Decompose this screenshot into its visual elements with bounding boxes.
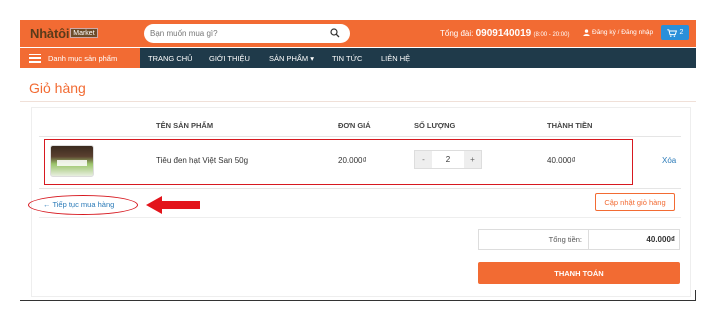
quantity-stepper: - 2 + bbox=[414, 150, 482, 169]
hotline-label: Tổng đài: bbox=[440, 29, 474, 38]
menu-icon bbox=[29, 53, 41, 63]
nav-item-news[interactable]: TIN TỨC bbox=[332, 54, 362, 63]
row-divider bbox=[39, 188, 681, 189]
annotation-arrow-icon bbox=[146, 196, 200, 214]
cart-button[interactable]: 2 bbox=[661, 25, 689, 40]
header-divider bbox=[39, 136, 681, 137]
total-label: Tổng tiền: bbox=[479, 230, 589, 249]
quantity-input[interactable]: 2 bbox=[432, 151, 464, 168]
main-nav: Danh mục sản phẩm TRANG CHỦ GIỚI THIỆU S… bbox=[20, 48, 696, 68]
bottom-border bbox=[20, 300, 696, 301]
hotline-number[interactable]: 0909140019 bbox=[476, 28, 532, 39]
product-subtotal: 40.000₫ bbox=[547, 156, 576, 165]
product-price: 20.000₫ bbox=[338, 156, 367, 165]
actions-divider bbox=[39, 217, 681, 218]
nav-item-contact[interactable]: LIÊN HỆ bbox=[381, 54, 410, 63]
account-label: Đăng ký / Đăng nhập bbox=[592, 29, 654, 36]
title-divider bbox=[20, 101, 696, 102]
search-input[interactable] bbox=[150, 24, 320, 43]
quantity-increase-button[interactable]: + bbox=[464, 151, 481, 168]
column-header-quantity: SỐ LƯỢNG bbox=[414, 121, 456, 130]
product-image[interactable] bbox=[50, 145, 94, 177]
logo-text: Nhàtôi bbox=[30, 25, 70, 41]
update-cart-button[interactable]: Cập nhật giỏ hàng bbox=[595, 193, 675, 211]
page-title: Giỏ hàng bbox=[29, 80, 86, 96]
bottom-border-tick bbox=[695, 290, 696, 301]
nav-item-about[interactable]: GIỚI THIỆU bbox=[209, 54, 250, 63]
nav-item-home[interactable]: TRANG CHỦ bbox=[148, 54, 193, 63]
remove-item-link[interactable]: Xóa bbox=[662, 156, 676, 165]
top-header: Nhàtôi Market Tổng đài: 0909140019 (8:00… bbox=[20, 20, 696, 47]
total-value: 40.000₫ bbox=[646, 235, 675, 244]
column-header-price: ĐƠN GIÁ bbox=[338, 121, 371, 130]
site-logo[interactable]: Nhàtôi Market bbox=[30, 25, 98, 41]
quantity-decrease-button[interactable]: - bbox=[415, 151, 432, 168]
nav-item-products[interactable]: SẢN PHẨM ▾ bbox=[269, 54, 314, 63]
cart-total: Tổng tiền: 40.000₫ bbox=[478, 229, 680, 250]
logo-badge: Market bbox=[70, 28, 98, 38]
column-header-subtotal: THÀNH TIỀN bbox=[547, 121, 593, 130]
continue-shopping-link[interactable]: ← Tiếp tục mua hàng bbox=[43, 200, 114, 209]
checkout-button[interactable]: THANH TOÁN bbox=[478, 262, 680, 284]
hotline: Tổng đài: 0909140019 (8:00 - 20:00) bbox=[440, 28, 569, 39]
cart-count: 2 bbox=[679, 29, 684, 36]
search-box bbox=[144, 24, 350, 43]
column-header-product: TÊN SẢN PHẨM bbox=[156, 121, 214, 130]
user-icon bbox=[583, 29, 590, 36]
account-link[interactable]: Đăng ký / Đăng nhập bbox=[583, 29, 653, 36]
cart-icon bbox=[666, 28, 677, 37]
category-menu-label: Danh mục sản phẩm bbox=[48, 53, 118, 63]
product-name[interactable]: Tiêu đen hạt Việt San 50g bbox=[156, 156, 248, 165]
hotline-hours: (8:00 - 20:00) bbox=[533, 32, 570, 38]
search-icon[interactable] bbox=[330, 28, 340, 38]
category-menu-button[interactable]: Danh mục sản phẩm bbox=[20, 48, 140, 68]
